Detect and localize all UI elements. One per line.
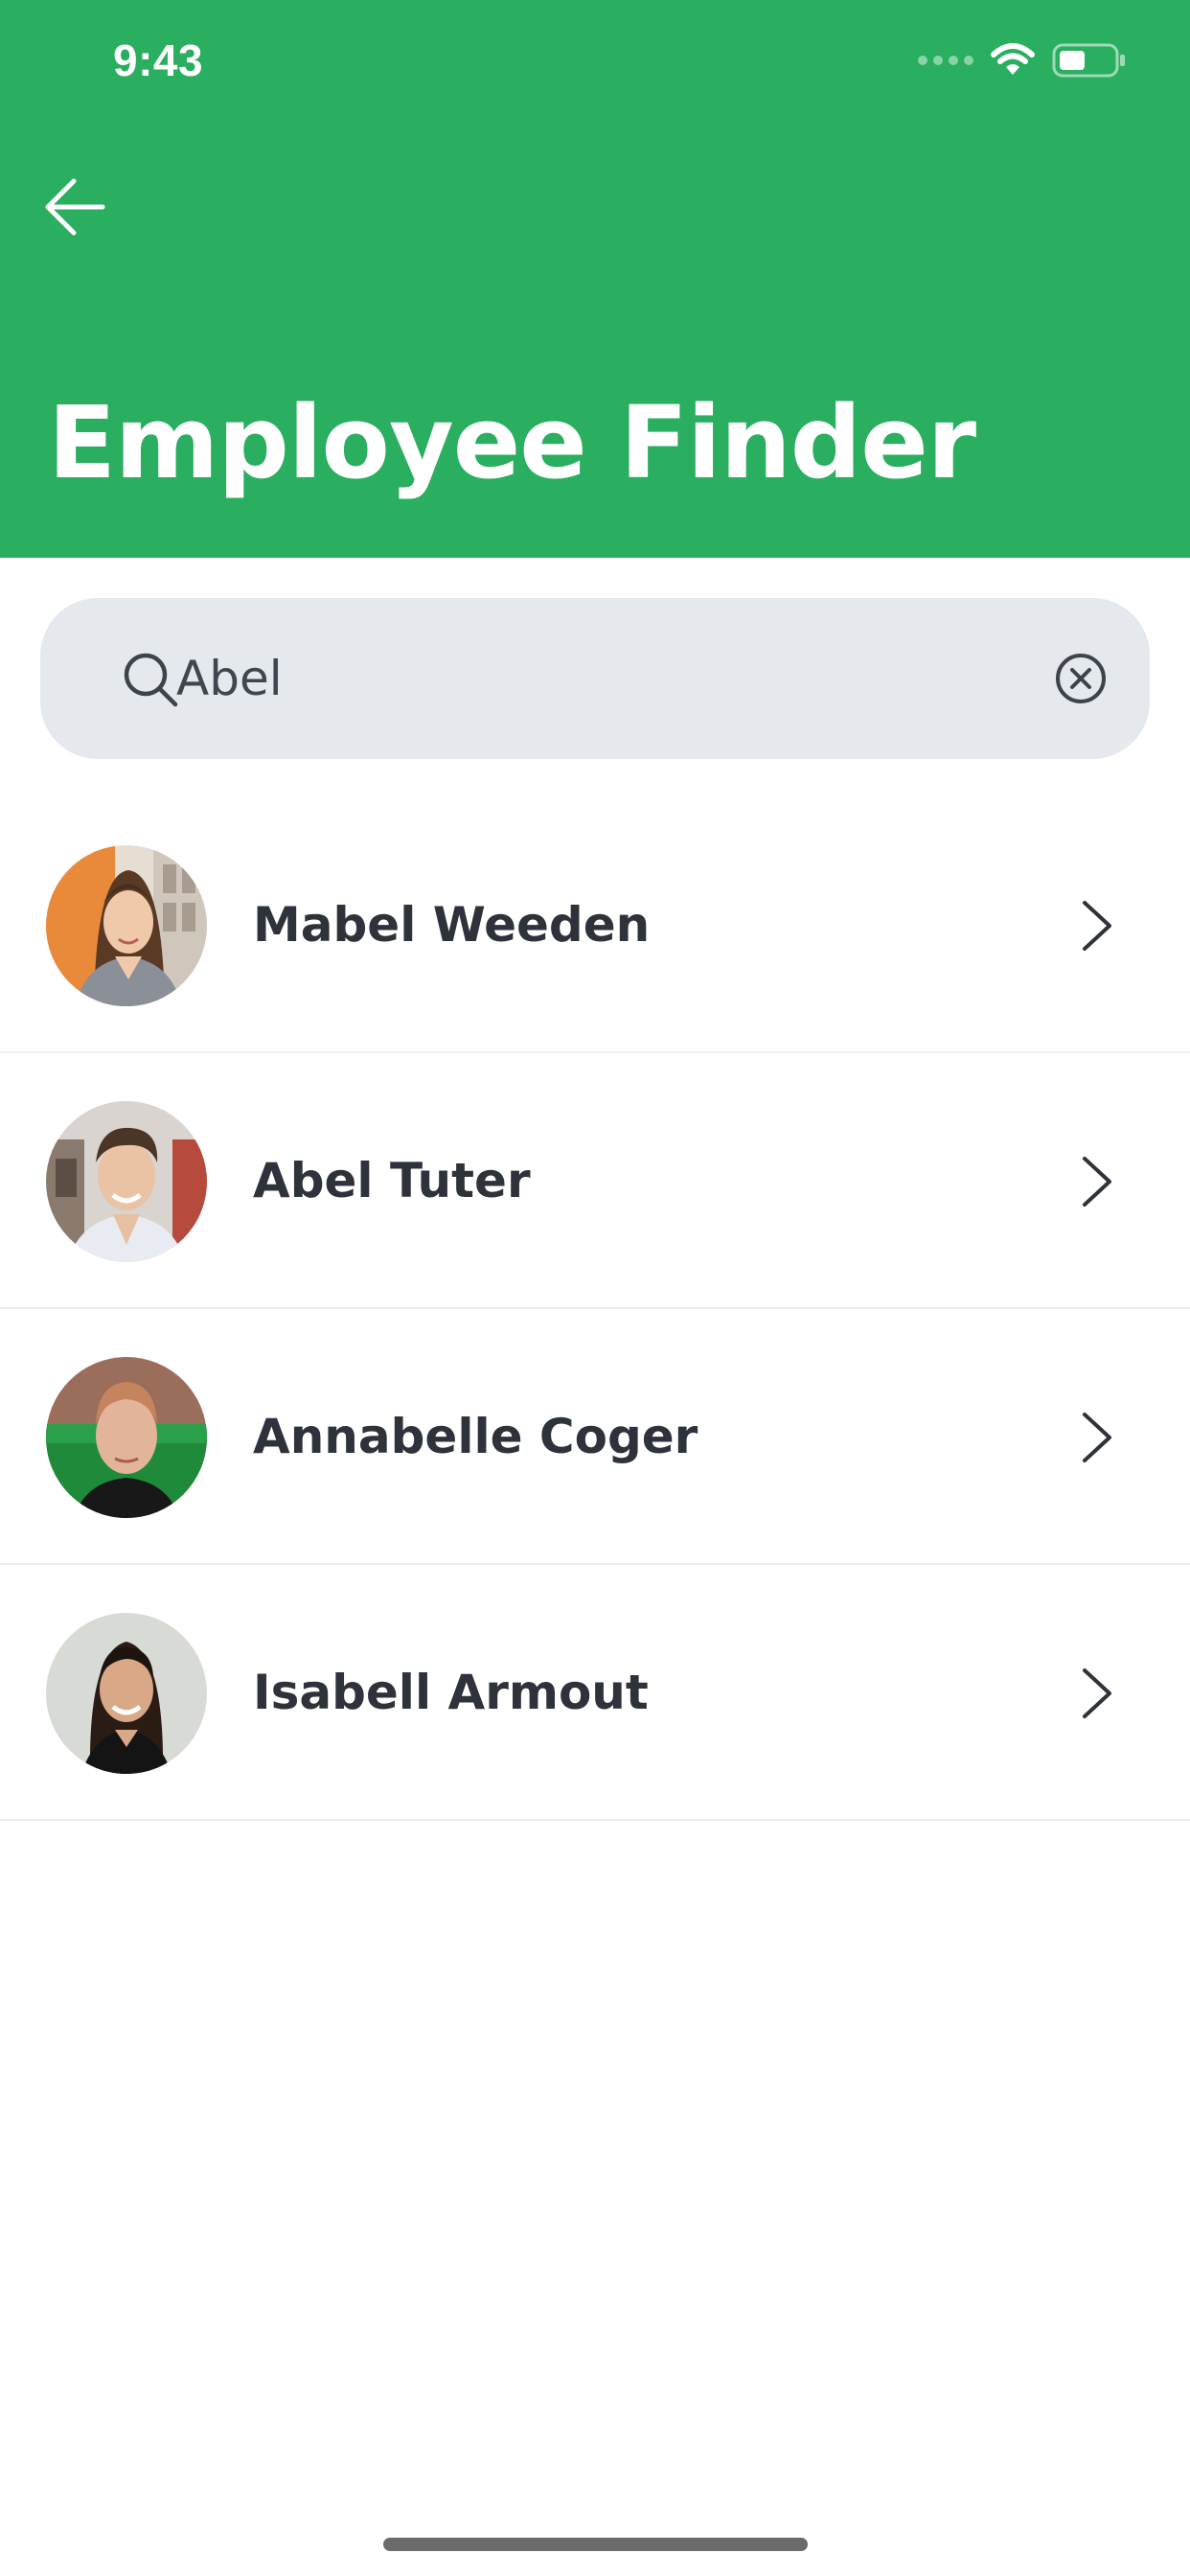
employee-finder-screen: 9:43 Employee Finder Abel Mabel Weeden A…: [0, 0, 1190, 2576]
status-icons: [918, 42, 1127, 79]
header: 9:43 Employee Finder: [0, 0, 1190, 558]
status-bar: 9:43: [0, 0, 1190, 130]
search-input[interactable]: [176, 640, 1029, 717]
employee-name: Mabel Weeden: [253, 897, 651, 953]
chevron-right-icon: [1083, 1668, 1111, 1718]
chevron-right-icon: [1083, 1413, 1111, 1462]
clear-search-button[interactable]: [1054, 652, 1108, 705]
status-time: 9:43: [113, 35, 204, 85]
avatar: [46, 1613, 207, 1774]
employee-name: Abel Tuter: [253, 1153, 531, 1208]
employee-name: Annabelle Coger: [253, 1409, 698, 1464]
home-indicator[interactable]: [383, 2538, 808, 2551]
employee-name: Isabell Armout: [253, 1665, 649, 1720]
wifi-icon: [991, 43, 1035, 78]
avatar: [46, 845, 207, 1006]
avatar: [46, 1357, 207, 1518]
list-item[interactable]: Abel Tuter: [0, 1053, 1190, 1309]
chevron-right-icon: [1083, 901, 1111, 951]
search-icon: [124, 653, 178, 707]
signal-dots-icon: [918, 56, 973, 65]
list-item[interactable]: Mabel Weeden: [0, 797, 1190, 1053]
avatar: [46, 1101, 207, 1262]
battery-icon: [1052, 42, 1127, 79]
employee-list: Mabel Weeden Abel Tuter Annabelle Coger …: [0, 797, 1190, 1821]
list-item[interactable]: Annabelle Coger: [0, 1309, 1190, 1565]
list-item[interactable]: Isabell Armout: [0, 1565, 1190, 1821]
chevron-right-icon: [1083, 1157, 1111, 1207]
clear-circle-x-icon: [1056, 654, 1106, 703]
arrow-left-icon: [45, 178, 105, 236]
back-button[interactable]: [36, 169, 113, 245]
search-bar[interactable]: [40, 598, 1150, 759]
page-title: Employee Finder: [48, 384, 976, 501]
